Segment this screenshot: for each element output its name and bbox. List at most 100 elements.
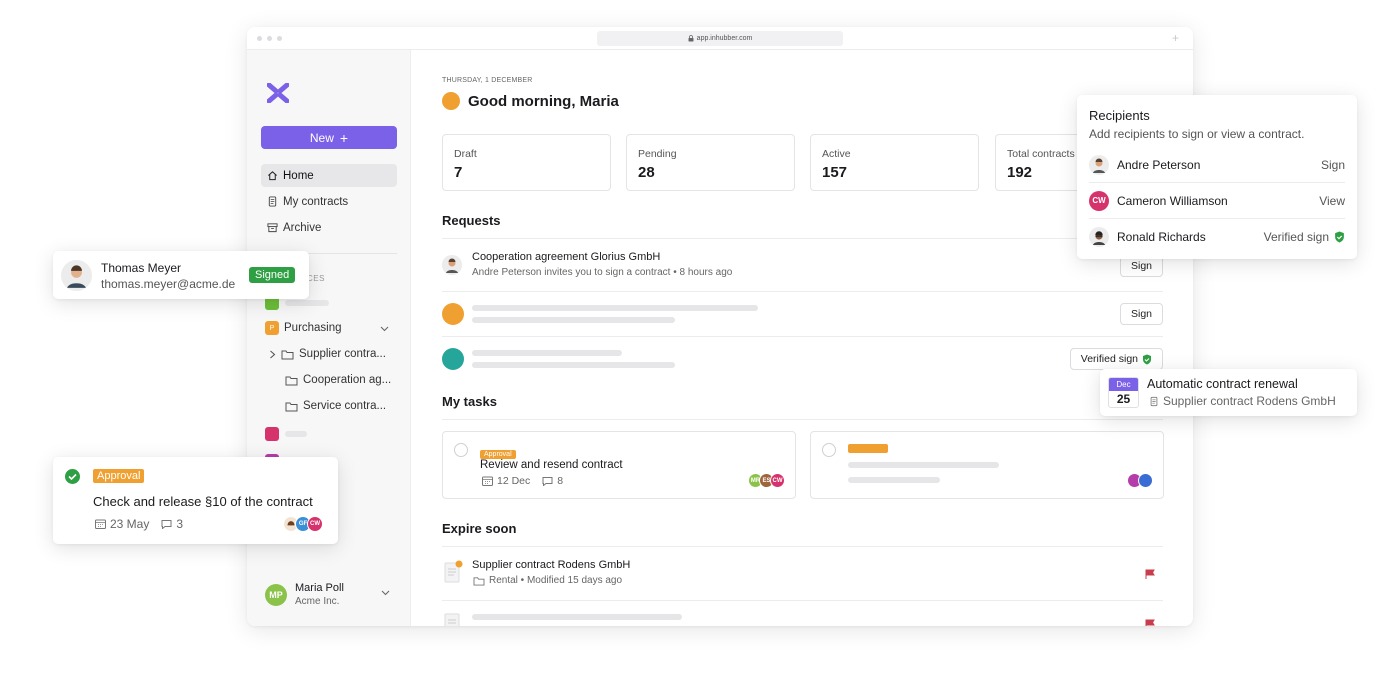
- plus-icon: +: [339, 129, 349, 146]
- new-button[interactable]: New +: [261, 126, 397, 149]
- window-controls[interactable]: [257, 36, 282, 41]
- recipient-name: Cameron Williamson: [1117, 193, 1228, 208]
- chevron-down-icon[interactable]: [380, 326, 389, 332]
- recipients-panel: Recipients Add recipients to sign or vie…: [1077, 95, 1357, 259]
- placeholder-line: [472, 350, 622, 356]
- sun-icon: [442, 92, 460, 110]
- request-row[interactable]: Verified sign: [442, 338, 1163, 384]
- folder-icon: [473, 576, 485, 586]
- nav-my-contracts[interactable]: My contracts: [261, 190, 397, 213]
- folder-icon: [281, 350, 294, 359]
- request-row[interactable]: Cooperation agreement Glorius GmbH Andre…: [442, 243, 1163, 289]
- address-bar[interactable]: app.inhubber.com: [597, 31, 843, 46]
- request-row[interactable]: Sign: [442, 293, 1163, 339]
- folder-icon: [285, 402, 298, 411]
- recipient-row[interactable]: Andre Peterson Sign: [1089, 147, 1345, 183]
- divider: [442, 336, 1163, 337]
- expire-title: Supplier contract Rodens GmbH: [472, 559, 631, 571]
- request-title: Cooperation agreement Glorius GmbH: [472, 251, 661, 263]
- user-menu[interactable]: MP Maria Poll Acme Inc.: [265, 582, 344, 607]
- greeting: Good morning, Maria: [442, 92, 619, 110]
- recipient-row[interactable]: Ronald Richards Verified sign: [1089, 219, 1345, 255]
- approval-card[interactable]: Approval Check and release §10 of the co…: [53, 457, 338, 544]
- nav-home[interactable]: Home: [261, 164, 397, 187]
- user-org: Acme Inc.: [295, 596, 340, 607]
- new-tab-icon[interactable]: +: [1172, 31, 1179, 45]
- space-color-pink[interactable]: [265, 427, 279, 441]
- placeholder-line: [472, 362, 675, 368]
- task-checkbox[interactable]: [822, 443, 836, 457]
- expire-meta-text: Rental • Modified 15 days ago: [489, 575, 623, 586]
- avatar: [442, 255, 462, 275]
- task-card[interactable]: Approval Review and resend contract 12 D…: [442, 431, 796, 499]
- task-assignees: MR ES CW: [748, 473, 785, 488]
- approval-tag: Approval: [93, 469, 145, 483]
- document-icon: [268, 196, 277, 207]
- app-logo[interactable]: [267, 83, 289, 103]
- divider: [442, 238, 1163, 239]
- calendar-badge: Dec 25: [1108, 377, 1139, 408]
- task-comments: 8: [557, 475, 564, 487]
- folder-cooperation-label: Cooperation ag...: [303, 374, 392, 386]
- sign-button[interactable]: Sign: [1119, 303, 1163, 325]
- placeholder-line: [472, 317, 675, 323]
- purchasing-label: Purchasing: [284, 322, 342, 334]
- calendar-icon: [482, 476, 493, 486]
- avatar: [442, 303, 464, 325]
- recipient-action[interactable]: View: [1319, 194, 1345, 208]
- folder-service[interactable]: Service contra...: [285, 400, 386, 412]
- check-circle-icon[interactable]: [65, 469, 80, 484]
- task-card[interactable]: [810, 431, 1164, 499]
- expire-row[interactable]: [442, 603, 1163, 626]
- verified-sign-button[interactable]: Verified sign: [1069, 348, 1163, 370]
- chevron-right-icon[interactable]: [269, 350, 276, 359]
- avatar: CW: [1089, 190, 1109, 211]
- avatar: [1138, 473, 1153, 488]
- expire-row[interactable]: Supplier contract Rodens GmbH Rental • M…: [442, 550, 1163, 596]
- stat-draft[interactable]: Draft 7: [442, 134, 611, 191]
- nav-my-contracts-label: My contracts: [283, 195, 349, 208]
- stat-active[interactable]: Active 157: [810, 134, 979, 191]
- recipient-action[interactable]: Sign: [1321, 158, 1345, 172]
- stat-label: Draft: [454, 148, 477, 160]
- stat-pending[interactable]: Pending 28: [626, 134, 795, 191]
- folder-supplier[interactable]: Supplier contra...: [269, 348, 386, 360]
- stat-value: 7: [454, 164, 463, 181]
- recipient-action[interactable]: Verified sign: [1264, 230, 1345, 244]
- flag-icon[interactable]: [1145, 619, 1155, 626]
- flag-icon[interactable]: [1145, 569, 1155, 579]
- placeholder-line: [472, 305, 758, 311]
- renewal-subtitle: Supplier contract Rodens GmbH: [1163, 394, 1336, 408]
- space-placeholder: [285, 300, 329, 306]
- space-placeholder: [285, 431, 307, 437]
- nav-home-label: Home: [283, 169, 314, 182]
- renewal-title: Automatic contract renewal: [1147, 377, 1298, 391]
- folder-cooperation[interactable]: Cooperation ag...: [285, 374, 391, 386]
- purchasing-badge: P: [265, 321, 279, 335]
- contract-document-icon: [444, 560, 463, 583]
- nav-archive[interactable]: Archive: [261, 216, 397, 239]
- browser-titlebar: app.inhubber.com +: [247, 27, 1193, 50]
- avatar: [61, 260, 92, 291]
- task-checkbox[interactable]: [454, 443, 468, 457]
- request-subtitle: Andre Peterson invites you to sign a con…: [472, 267, 733, 278]
- avatar: MP: [265, 583, 287, 606]
- url-text: app.inhubber.com: [696, 35, 753, 42]
- greeting-text: Good morning, Maria: [468, 92, 619, 110]
- document-icon: [1150, 396, 1158, 406]
- task-date: 12 Dec: [497, 475, 531, 487]
- recipient-row[interactable]: CW Cameron Williamson View: [1089, 183, 1345, 219]
- task-meta: 12 Dec 8: [482, 475, 563, 487]
- chevron-down-icon[interactable]: [381, 590, 390, 596]
- signer-card: Thomas Meyer thomas.meyer@acme.de Signed: [53, 251, 309, 299]
- avatar: CW: [770, 473, 785, 488]
- space-purchasing[interactable]: P Purchasing: [265, 321, 342, 335]
- date-label: THURSDAY, 1 DECEMBER: [442, 77, 533, 84]
- renewal-card[interactable]: Dec 25 Automatic contract renewal Suppli…: [1100, 369, 1357, 416]
- approval-comments: 3: [176, 517, 184, 531]
- calendar-month: Dec: [1109, 378, 1138, 391]
- divider: [442, 600, 1163, 601]
- approval-date: 23 May: [110, 517, 150, 531]
- recipients-title: Recipients: [1089, 108, 1150, 123]
- lock-icon: [688, 35, 694, 42]
